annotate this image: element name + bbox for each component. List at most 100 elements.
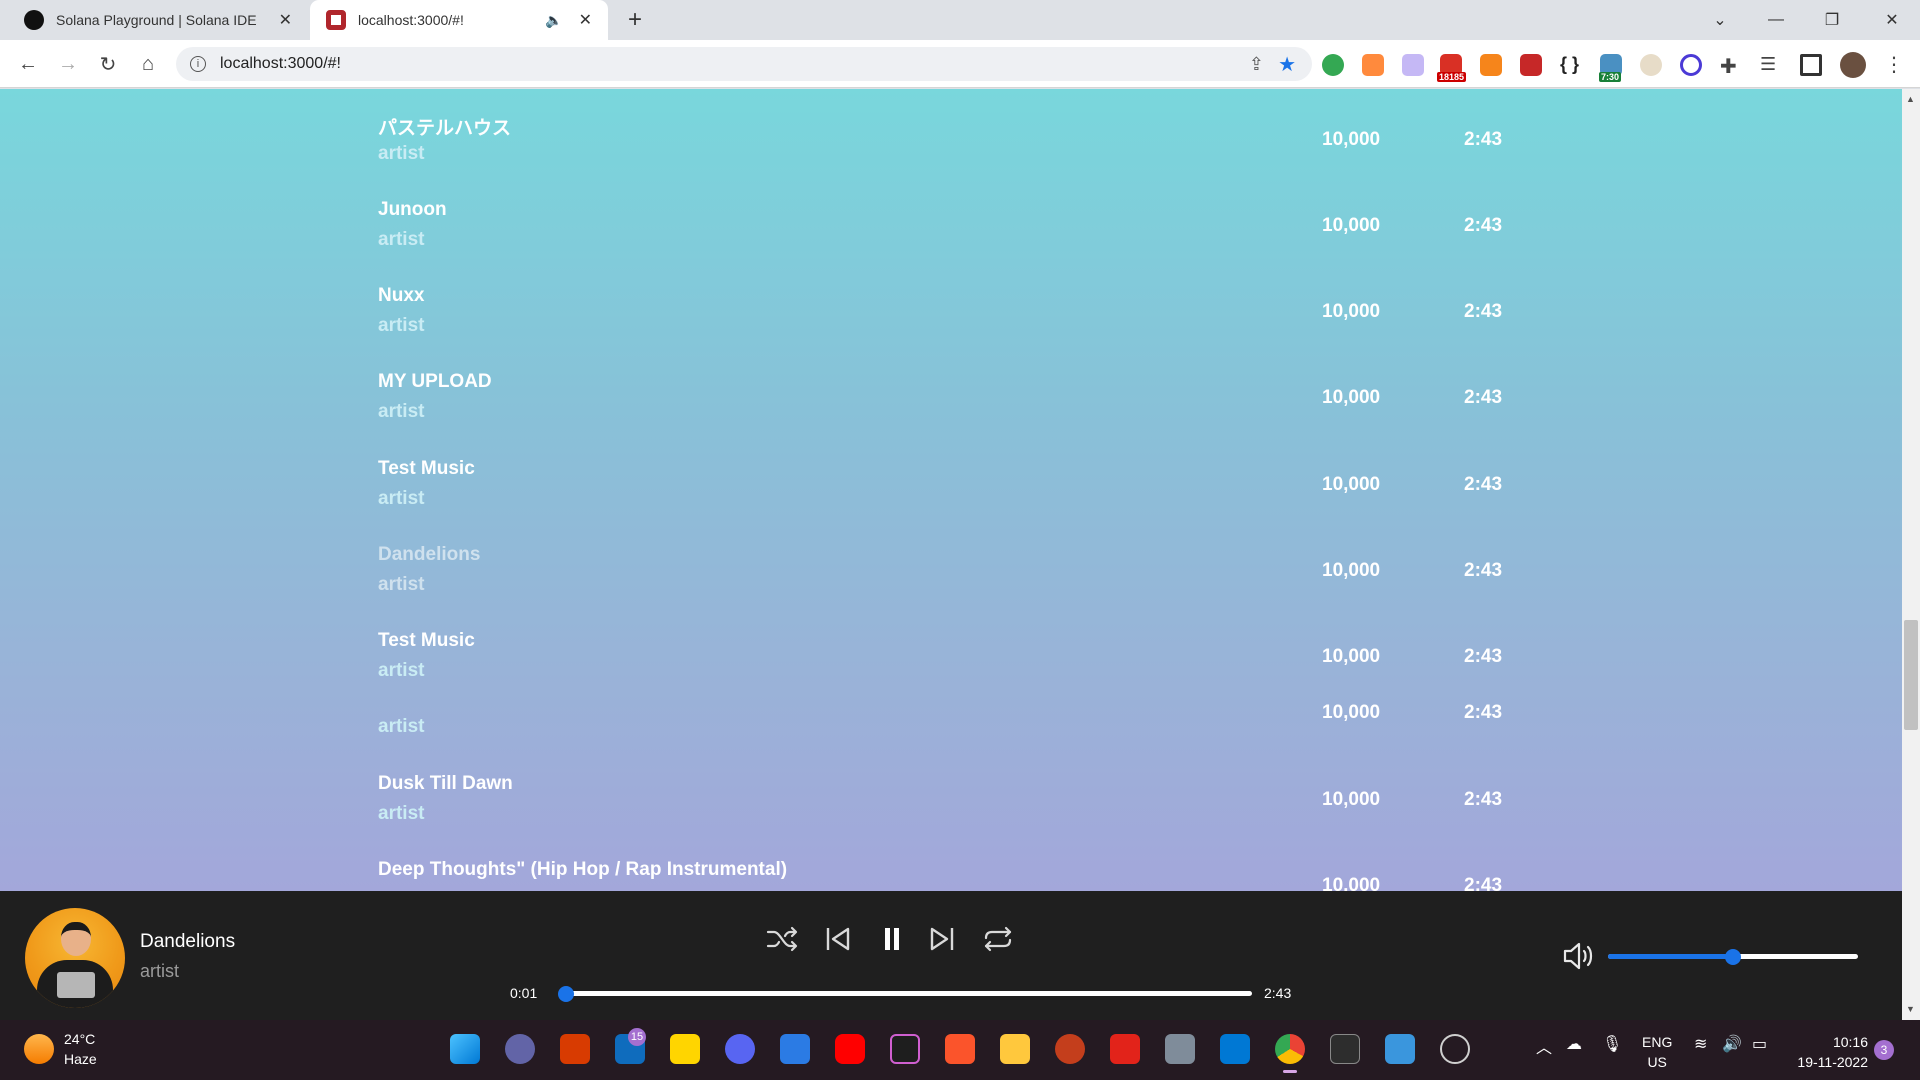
site-info-icon[interactable]: i xyxy=(190,56,206,72)
tray-overflow-chevron-icon[interactable]: ︿ xyxy=(1536,1034,1552,1058)
minimize-button[interactable]: — xyxy=(1748,0,1804,40)
scroll-down-arrow-icon[interactable]: ▼ xyxy=(1906,1004,1915,1014)
tab-solana-playground[interactable]: Solana Playground | Solana IDE ✕ xyxy=(8,0,308,40)
speaker-icon[interactable]: 🔊 xyxy=(1722,1034,1742,1054)
extension-timer-badge: 7:30 xyxy=(1599,72,1622,82)
previous-button[interactable] xyxy=(820,921,856,957)
song-row[interactable]: パステルハウス artist 10,000 2:43 xyxy=(378,113,1518,193)
extensions-puzzle-icon[interactable]: ✚ xyxy=(1720,54,1742,78)
song-duration: 2:43 xyxy=(1464,215,1503,236)
clock-time: 10:16 xyxy=(1832,1034,1868,1050)
calculator-icon[interactable] xyxy=(1165,1034,1195,1064)
notification-count-badge[interactable]: 3 xyxy=(1874,1040,1894,1060)
next-button[interactable] xyxy=(924,921,960,957)
song-duration: 2:43 xyxy=(1464,875,1503,891)
system-clock[interactable]: 10:16 19-11-2022 xyxy=(1796,1032,1868,1072)
extension-plus-icon[interactable] xyxy=(1322,54,1344,76)
volume-icon xyxy=(1563,942,1593,970)
input-language[interactable]: ENG US xyxy=(1642,1032,1672,1072)
json-braces-icon[interactable]: { } xyxy=(1560,54,1582,76)
profile-avatar[interactable] xyxy=(1840,52,1866,78)
song-duration: 2:43 xyxy=(1464,702,1503,723)
microphone-icon[interactable]: 🎙 xyxy=(1602,1034,1622,1054)
extension-mascot-icon[interactable] xyxy=(1640,54,1662,76)
windows-start-icon[interactable] xyxy=(450,1034,480,1064)
close-window-button[interactable]: ✕ xyxy=(1864,0,1920,40)
reading-list-icon[interactable]: ☰ xyxy=(1760,54,1782,76)
pause-button[interactable] xyxy=(874,921,910,957)
repeat-button[interactable] xyxy=(980,921,1016,957)
tab-close-icon[interactable]: ✕ xyxy=(579,10,592,30)
tab-close-icon[interactable]: ✕ xyxy=(279,10,292,30)
chrome-icon[interactable] xyxy=(1275,1034,1305,1073)
volume-slider[interactable] xyxy=(1608,949,1858,965)
brave-browser-icon[interactable] xyxy=(945,1034,975,1064)
cover-figure-head xyxy=(61,922,91,956)
extension-puzzle-red-icon[interactable] xyxy=(1520,54,1542,76)
tab-search-icon[interactable]: ⌄ xyxy=(1692,0,1748,40)
progress-slider[interactable] xyxy=(558,986,1252,1002)
wifi-icon[interactable]: ≋ xyxy=(1694,1034,1707,1054)
song-row[interactable]: Junoon artist 10,000 2:43 xyxy=(378,199,1518,279)
file-explorer-icon[interactable] xyxy=(1000,1034,1030,1064)
address-url[interactable]: localhost:3000/#! xyxy=(220,55,341,73)
address-bar[interactable]: i localhost:3000/#! ⇪ ★ xyxy=(176,47,1312,81)
office-icon[interactable] xyxy=(560,1034,590,1064)
site-favicon-icon xyxy=(326,10,346,30)
weather-description[interactable]: Haze xyxy=(64,1051,97,1067)
scroll-up-arrow-icon[interactable]: ▲ xyxy=(1906,94,1915,104)
extension-square-icon[interactable] xyxy=(1402,54,1424,76)
song-row[interactable]: Dusk Till Dawn artist 10,000 2:43 xyxy=(378,773,1518,853)
side-panel-icon[interactable] xyxy=(1800,54,1822,76)
song-row[interactable]: Nuxx artist 10,000 2:43 xyxy=(378,285,1518,365)
battery-icon[interactable]: ▭ xyxy=(1752,1034,1767,1054)
restore-button[interactable]: ❐ xyxy=(1804,0,1860,40)
song-plays: 10,000 xyxy=(1322,215,1381,236)
new-tab-button[interactable]: + xyxy=(620,5,650,35)
song-plays: 10,000 xyxy=(1322,646,1381,667)
acrobat-icon[interactable] xyxy=(1110,1034,1140,1064)
obs-icon[interactable] xyxy=(1440,1034,1470,1064)
sticky-notes-icon[interactable] xyxy=(670,1034,700,1064)
share-icon[interactable]: ⇪ xyxy=(1249,54,1264,75)
weather-haze-icon[interactable] xyxy=(24,1034,54,1064)
bookmark-star-icon[interactable]: ★ xyxy=(1278,52,1296,77)
youtube-icon[interactable] xyxy=(835,1034,865,1064)
scrollbar-thumb[interactable] xyxy=(1904,620,1918,730)
song-row[interactable]: Test Music artist 10,000 2:43 xyxy=(378,458,1518,538)
teams-chat-icon[interactable] xyxy=(505,1034,535,1064)
song-row[interactable]: artist 10,000 2:43 xyxy=(378,686,1518,737)
tab-audio-playing-icon[interactable]: 🔈 xyxy=(545,12,562,29)
powerpoint-icon[interactable] xyxy=(1055,1034,1085,1064)
page-scrollbar[interactable] xyxy=(1902,89,1920,1020)
song-artist: artist xyxy=(378,401,425,422)
song-row[interactable]: MY UPLOAD artist 10,000 2:43 xyxy=(378,371,1518,451)
calendar-icon[interactable] xyxy=(780,1034,810,1064)
language-code: ENG xyxy=(1642,1034,1673,1050)
volume-knob[interactable] xyxy=(1725,949,1741,965)
home-button[interactable]: ⌂ xyxy=(134,50,162,78)
progress-knob[interactable] xyxy=(558,986,575,1002)
back-button[interactable]: ← xyxy=(14,50,42,78)
song-row-playing[interactable]: Dandelions artist 10,000 2:43 xyxy=(378,544,1518,624)
notepad-icon[interactable] xyxy=(1385,1034,1415,1064)
weather-temperature[interactable]: 24°C xyxy=(64,1031,95,1047)
extension-pin-icon[interactable] xyxy=(1362,54,1384,76)
metamask-fox-icon[interactable] xyxy=(1480,54,1502,76)
song-title: MY UPLOAD xyxy=(378,371,492,392)
forward-button[interactable]: → xyxy=(54,50,82,78)
terminal-app-icon[interactable] xyxy=(890,1034,920,1064)
region-code: US xyxy=(1647,1054,1667,1070)
discord-icon[interactable] xyxy=(725,1034,755,1064)
extension-circle-icon[interactable] xyxy=(1680,54,1702,76)
command-prompt-icon[interactable] xyxy=(1330,1034,1360,1064)
shuffle-button[interactable] xyxy=(764,921,800,957)
volume-button[interactable] xyxy=(1562,941,1596,976)
vscode-icon[interactable] xyxy=(1220,1034,1250,1064)
song-row[interactable]: Deep Thoughts" (Hip Hop / Rap Instrument… xyxy=(378,859,1518,891)
tab-localhost[interactable]: localhost:3000/#! 🔈 ✕ xyxy=(310,0,608,40)
browser-menu-icon[interactable]: ⋮ xyxy=(1884,52,1904,77)
onedrive-cloud-icon[interactable]: ☁ xyxy=(1566,1034,1582,1054)
os-taskbar: 24°C Haze 15 ︿ ☁ 🎙 ENG US ≋ 🔊 ▭ 10:16 19… xyxy=(0,1020,1920,1080)
reload-button[interactable]: ↻ xyxy=(94,50,122,78)
